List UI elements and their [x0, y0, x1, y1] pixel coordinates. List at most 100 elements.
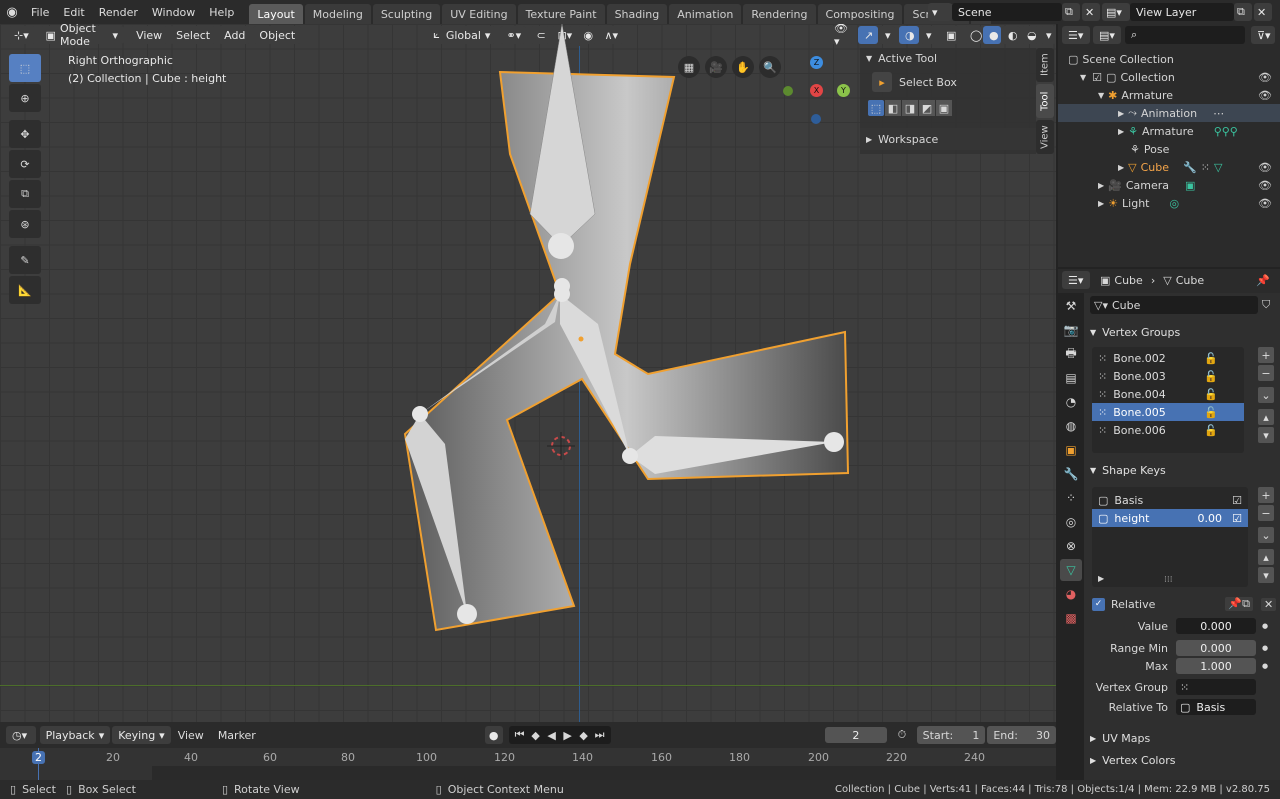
jump-start-icon[interactable]: ⏮ [512, 728, 528, 742]
timeline-view-menu[interactable]: View [171, 729, 211, 742]
expand-arrow-icon[interactable]: ▶ [1118, 163, 1124, 172]
start-frame-field[interactable]: Start: 1 [916, 726, 986, 744]
expand-arrow-icon[interactable]: ▶ [1098, 199, 1104, 208]
current-frame-field[interactable]: 2 [824, 727, 888, 743]
tab-modeling[interactable]: Modeling [304, 4, 371, 24]
visibility-eye-icon[interactable]: 👁 [1258, 71, 1272, 84]
record-icon[interactable]: ● [484, 726, 503, 744]
vertex-group-item[interactable]: ⁙ Bone.004 🔓 [1092, 385, 1244, 403]
joint-6[interactable] [824, 432, 844, 452]
navigation-gizmo[interactable]: Z Y X [782, 56, 852, 126]
playback-menu[interactable]: Playback ▾ [39, 726, 111, 744]
constraints-tab-icon[interactable]: ⊗ [1060, 535, 1082, 557]
move-up-icon[interactable]: ▴ [1258, 549, 1274, 565]
clear-shape-key-icon[interactable]: ✕ [1260, 597, 1277, 611]
delete-view-layer-icon[interactable]: ✕ [1254, 3, 1272, 21]
range-min-field[interactable]: 0.000 [1176, 640, 1256, 656]
new-selection-icon[interactable]: ⬚ [868, 100, 884, 116]
material-tab-icon[interactable]: ◕ [1060, 583, 1082, 605]
remove-vertex-group-icon[interactable]: − [1258, 365, 1274, 381]
z-axis-handle[interactable]: Z [810, 56, 823, 69]
scene-tab-icon[interactable]: ◔ [1060, 391, 1082, 413]
visibility-eye-icon[interactable]: 👁 [1258, 197, 1272, 210]
view-layer-tab-icon[interactable]: ▤ [1060, 367, 1082, 389]
expand-arrow-icon[interactable]: ▶ [1118, 127, 1124, 136]
active-tool-header[interactable]: ▼ Active Tool [860, 48, 1036, 68]
value-field[interactable]: 0.000 [1176, 618, 1256, 634]
lock-icon[interactable]: 🔓 [1204, 388, 1218, 401]
physics-tab-icon[interactable]: ◎ [1060, 511, 1082, 533]
move-down-icon[interactable]: ▾ [1258, 427, 1274, 443]
visibility-eye-icon[interactable]: 👁 [1258, 89, 1272, 102]
move-up-icon[interactable]: ▴ [1258, 409, 1274, 425]
intersect-selection-icon[interactable]: ▣ [936, 100, 952, 116]
end-frame-field[interactable]: End: 30 [987, 726, 1056, 744]
tab-shading[interactable]: Shading [606, 4, 668, 24]
marker-menu[interactable]: Marker [211, 729, 263, 742]
delete-scene-icon[interactable]: ✕ [1082, 3, 1100, 21]
expand-arrow-icon[interactable]: ▶ [1098, 181, 1104, 190]
menu-render[interactable]: Render [92, 6, 145, 19]
checkbox-icon[interactable]: ☑ [1092, 71, 1102, 84]
mute-checkbox-icon[interactable]: ☑ [1232, 494, 1242, 507]
output-tab-icon[interactable]: 🖶 [1060, 343, 1082, 365]
world-tab-icon[interactable]: ◍ [1060, 415, 1082, 437]
mute-checkbox-icon[interactable]: ☑ [1232, 512, 1242, 525]
keyframe-dot-icon[interactable]: ● [1262, 644, 1268, 652]
tab-tool[interactable]: Tool [1036, 84, 1054, 118]
shape-key-item-selected[interactable]: ▢ height 0.00 ☑ [1092, 509, 1248, 527]
next-keyframe-icon[interactable]: ◆ [576, 729, 592, 742]
properties-editor-icon[interactable]: ☰▾ [1062, 271, 1090, 289]
view-layer-icon[interactable]: ▤▾ [1102, 3, 1130, 21]
lock-icon[interactable]: 🔓 [1204, 406, 1218, 419]
new-scene-icon[interactable]: ⧉ [1062, 3, 1080, 21]
select-box-tool-icon[interactable]: ▸ [872, 72, 892, 92]
outliner-item-camera[interactable]: ▶ 🎥 Camera ▣ 👁 [1058, 176, 1280, 194]
toggle-camera-grid-icon[interactable]: ▦ [678, 56, 700, 78]
tab-sculpting[interactable]: Sculpting [372, 4, 441, 24]
tab-rendering[interactable]: Rendering [743, 4, 816, 24]
expand-arrow-icon[interactable]: ▶ [1118, 109, 1124, 118]
camera-view-icon[interactable]: 🎥 [705, 56, 727, 78]
uv-maps-header[interactable]: ▶ UV Maps [1084, 727, 1280, 749]
neg-y-axis-handle[interactable] [783, 86, 793, 96]
vertex-group-specials-icon[interactable]: ⌄ [1258, 387, 1274, 403]
vertex-group-item[interactable]: ⁙ Bone.003 🔓 [1092, 367, 1244, 385]
shape-key-pin-icon[interactable]: 📌⧉ [1225, 597, 1253, 611]
mesh-data-tab-icon[interactable]: ▽ [1060, 559, 1082, 581]
outliner-item-scene-collection[interactable]: ▢ Scene Collection [1058, 50, 1280, 68]
y-axis-handle[interactable]: Y [837, 84, 850, 97]
expand-arrow-icon[interactable]: ▼ [1098, 91, 1104, 100]
outliner-item-collection[interactable]: ▼ ☑ ▢ Collection 👁 [1058, 68, 1280, 86]
play-reverse-icon[interactable]: ◀ [544, 729, 560, 742]
outliner-item-animation[interactable]: ▶ ⤳ Animation ⋯ [1058, 104, 1280, 122]
current-frame-marker[interactable]: 2 [32, 751, 45, 764]
shape-keys-header[interactable]: ▼ Shape Keys [1084, 459, 1280, 481]
keyframe-dot-icon[interactable]: ● [1262, 622, 1268, 630]
vertex-colors-header[interactable]: ▶ Vertex Colors [1084, 749, 1280, 771]
expand-arrow-icon[interactable]: ▶ [1098, 574, 1104, 583]
relative-to-field[interactable]: ▢ Basis [1176, 699, 1256, 715]
x-axis-handle[interactable]: X [810, 84, 823, 97]
move-down-icon[interactable]: ▾ [1258, 567, 1274, 583]
view-layer-field[interactable]: View Layer [1130, 3, 1234, 21]
expand-arrow-icon[interactable]: ▼ [1080, 73, 1086, 82]
stopwatch-icon[interactable]: ⏱ [891, 728, 913, 742]
joint-1[interactable] [548, 233, 574, 259]
menu-edit[interactable]: Edit [56, 6, 91, 19]
3d-cursor-icon[interactable] [547, 432, 575, 460]
particles-tab-icon[interactable]: ⁘ [1060, 487, 1082, 509]
visibility-eye-icon[interactable]: 👁 [1258, 161, 1272, 174]
shape-key-value[interactable]: 0.00 [1198, 512, 1223, 525]
object-tab-icon[interactable]: ▣ [1060, 439, 1082, 461]
display-mode-icon[interactable]: ▤▾ [1093, 26, 1121, 44]
prev-keyframe-icon[interactable]: ◆ [528, 729, 544, 742]
keying-menu[interactable]: Keying ▾ [112, 726, 171, 744]
relative-checkbox[interactable]: ✓ [1092, 597, 1105, 611]
extend-selection-icon[interactable]: ◧ [885, 100, 901, 116]
tab-layout[interactable]: Layout [249, 4, 303, 24]
pan-view-icon[interactable]: ✋ [732, 56, 754, 78]
add-vertex-group-icon[interactable]: + [1258, 347, 1274, 363]
timeline-editor-icon[interactable]: ◷▾ [6, 726, 36, 744]
mesh-name-field[interactable]: ▽▾ Cube [1090, 296, 1258, 314]
